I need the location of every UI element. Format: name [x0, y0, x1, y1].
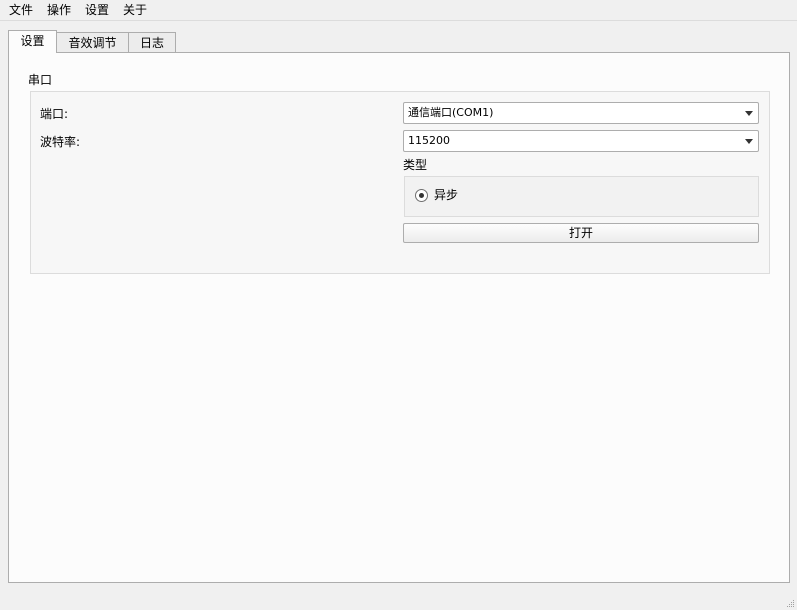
baud-value: 115200 [408, 134, 450, 147]
open-button[interactable]: 打开 [403, 223, 759, 243]
chevron-down-icon [745, 111, 753, 116]
tab-settings[interactable]: 设置 [8, 30, 57, 53]
async-radio-label[interactable]: 异步 [434, 187, 458, 203]
async-radio[interactable] [415, 189, 428, 202]
port-combobox[interactable]: 通信端口(COM1) [403, 102, 759, 124]
serial-group-box: 端口: 通信端口(COM1) 波特率: 115200 类型 异步 打开 [30, 91, 770, 274]
resize-grip-icon[interactable] [785, 598, 795, 608]
type-label: 类型 [403, 158, 428, 172]
type-group-box: 异步 [404, 176, 759, 217]
menu-operation[interactable]: 操作 [46, 2, 72, 18]
menu-settings[interactable]: 设置 [84, 2, 110, 18]
menu-file[interactable]: 文件 [8, 2, 34, 18]
tab-log[interactable]: 日志 [128, 32, 176, 52]
serial-group-title: 串口 [28, 73, 53, 87]
baud-combobox[interactable]: 115200 [403, 130, 759, 152]
settings-panel: 串口 端口: 通信端口(COM1) 波特率: 115200 类型 异步 打开 [8, 52, 790, 583]
menu-about[interactable]: 关于 [122, 2, 148, 18]
chevron-down-icon [745, 139, 753, 144]
baud-label: 波特率: [40, 135, 81, 149]
menu-bar: 文件 操作 设置 关于 [0, 0, 797, 21]
port-value: 通信端口(COM1) [408, 106, 494, 119]
tab-audio-adjust[interactable]: 音效调节 [56, 32, 129, 52]
radio-dot-icon [419, 193, 424, 198]
port-label: 端口: [40, 107, 69, 121]
